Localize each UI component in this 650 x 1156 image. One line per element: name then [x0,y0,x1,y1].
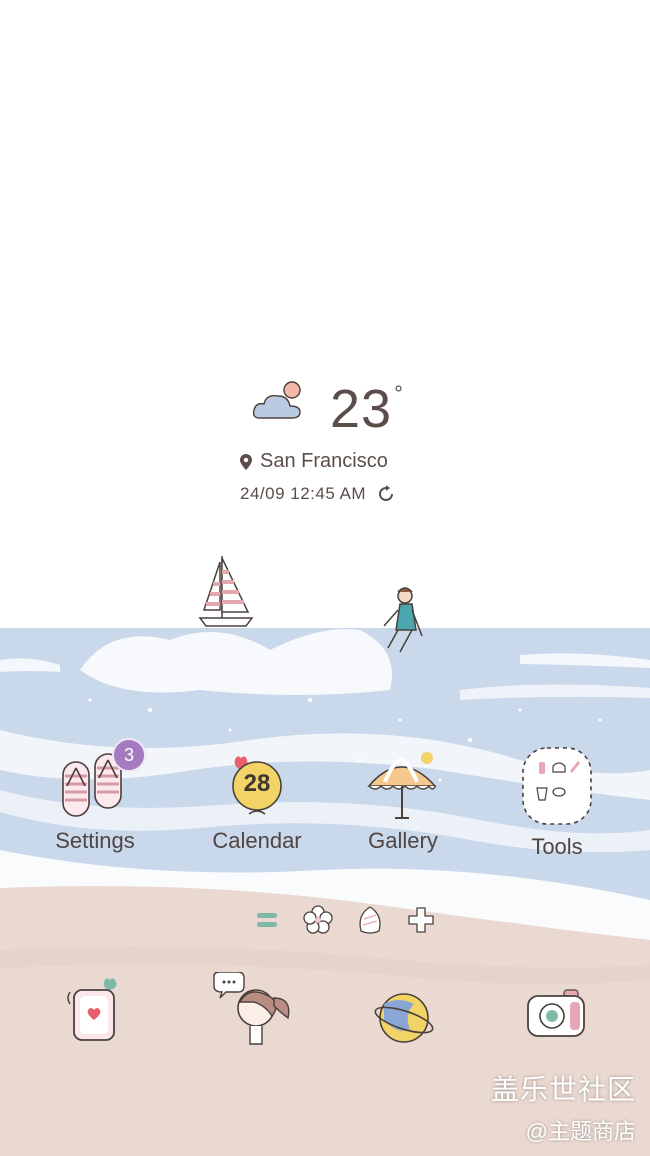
location: San Francisco [240,450,388,473]
location-label: San Francisco [260,450,388,472]
cross-page-icon[interactable] [407,906,435,934]
app-label: Settings [55,828,135,853]
app-calendar[interactable]: 28 Calendar [192,756,322,854]
app-tools-folder[interactable]: Tools [492,744,622,860]
girl-chat-icon[interactable] [210,972,294,1052]
notification-badge: 3 [112,738,146,772]
page-indicator[interactable] [255,905,435,935]
temperature: 23° [330,378,404,440]
phone-heart-icon[interactable] [64,976,124,1046]
camera-icon[interactable] [526,988,588,1040]
planet-browser-icon[interactable] [374,990,436,1046]
beach-umbrella-icon [367,752,437,819]
refresh-icon[interactable] [376,484,396,504]
tools-folder-icon [522,747,592,825]
app-label: Gallery [368,828,438,853]
app-label: Tools [531,834,583,859]
flower-page-icon[interactable] [303,905,333,935]
app-settings[interactable]: 3 Settings [30,738,160,854]
watermark-line2: @主题商店 [525,1119,636,1144]
watermark-line1: 盖乐世社区 [490,1074,636,1105]
location-pin-icon [240,453,252,470]
degree-symbol: ° [394,381,404,406]
watermark: 盖乐世社区 @主题商店 [491,1068,636,1146]
app-gallery[interactable]: Gallery [338,752,468,854]
home-lines-icon[interactable] [255,910,279,930]
datetime-label: 24/09 12:45 AM [240,484,367,503]
shell-page-icon[interactable] [357,905,383,935]
partly-cloudy-icon [252,381,301,419]
calendar-date: 28 [243,770,271,797]
last-updated: 24/09 12:45 AM [240,484,396,504]
app-label: Calendar [212,828,302,853]
temperature-value: 23 [330,379,393,439]
balloon-calendar-icon: 28 [227,756,287,822]
